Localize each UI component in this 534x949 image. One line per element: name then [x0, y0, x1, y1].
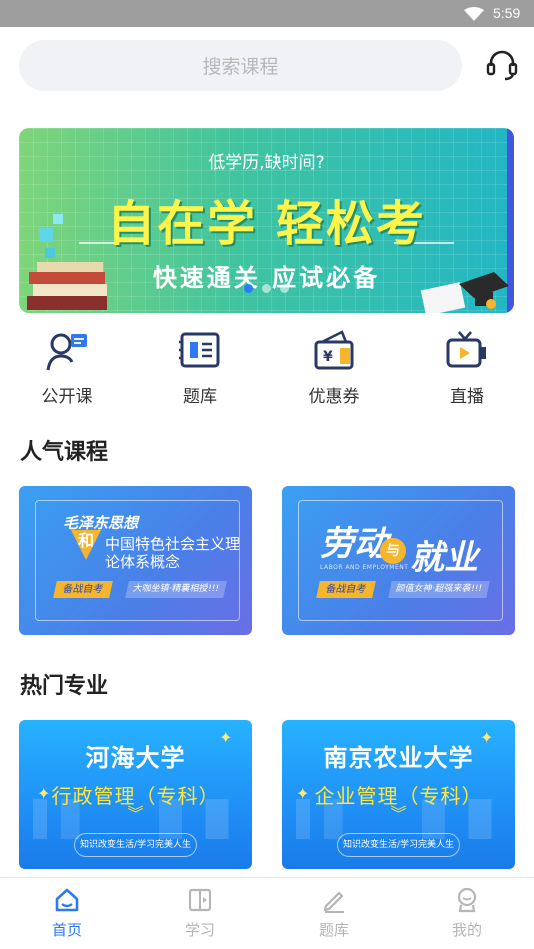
- study-icon: [188, 888, 212, 912]
- tab-question-bank[interactable]: 题库: [294, 886, 374, 940]
- quick-item-coupon[interactable]: ¥ 优惠券: [289, 330, 379, 407]
- quick-menu: 公开课 题库 ¥ 优惠券 直播: [0, 330, 534, 410]
- quick-item-label: 题库: [183, 387, 217, 407]
- major-school: 河海大学: [85, 744, 186, 772]
- tab-label: 我的: [451, 921, 482, 939]
- course-title-word1: 劳动: [320, 524, 388, 564]
- course-badge: 备战自考: [53, 581, 113, 598]
- question-bank-icon: [179, 332, 220, 368]
- customer-service-icon[interactable]: [485, 48, 519, 82]
- course-title-line2: 中国特色社会主义理论体系概念: [105, 535, 241, 571]
- major-school: 南京农业大学: [323, 744, 474, 772]
- chevron-down-icon: ︾: [127, 804, 144, 823]
- course-slogan: 颜值女神·超强来袭!!!: [388, 581, 490, 598]
- course-badge: 备战自考: [316, 581, 376, 598]
- carousel-dot[interactable]: [262, 284, 271, 293]
- major-card-njau[interactable]: ✦ ✦ 南京农业大学 企业管理（专科） ︾ 知识改变生活/学习完美人生: [282, 720, 515, 869]
- course-card-mao[interactable]: 毛泽东思想 和 中国特色社会主义理论体系概念 备战自考 大咖坐镇·精囊相授!!!: [19, 486, 252, 635]
- wifi-icon: [464, 7, 484, 21]
- banner-subtitle: 低学历,缺时间?: [208, 153, 325, 173]
- bottom-tab-bar: 首页 学习 题库 我的: [0, 877, 534, 949]
- promo-banner[interactable]: 低学历,缺时间? 自在学 轻松考 快速通关 应试必备: [19, 128, 514, 313]
- chevron-down-icon: ︾: [390, 804, 407, 823]
- course-english-title: LABOR AND EMPLOYMENT: [320, 564, 409, 571]
- svg-text:¥: ¥: [323, 349, 333, 365]
- tab-home[interactable]: 首页: [27, 886, 107, 940]
- quick-item-label: 优惠券: [308, 387, 360, 407]
- profile-icon: [457, 887, 477, 913]
- tab-label: 题库: [318, 921, 349, 939]
- live-tv-icon: [446, 331, 486, 368]
- status-bar: 5:59: [0, 0, 534, 27]
- carousel-dot[interactable]: [244, 284, 253, 293]
- carousel-dot[interactable]: [280, 284, 289, 293]
- quick-item-label: 直播: [450, 387, 484, 407]
- search-input[interactable]: 搜索课程: [19, 40, 462, 91]
- pencil-icon: [323, 891, 344, 913]
- status-time: 5:59: [493, 5, 521, 21]
- course-connector: 与: [380, 538, 406, 564]
- major-footer: 知识改变生活/学习完美人生: [337, 833, 460, 857]
- course-slogan: 大咖坐镇·精囊相授!!!: [125, 581, 227, 598]
- section-title-popular: 人气课程: [20, 440, 109, 465]
- quick-item-live[interactable]: 直播: [422, 330, 512, 407]
- course-card-labor[interactable]: 劳动 与 就业 LABOR AND EMPLOYMENT 备战自考 颜值女神·超…: [282, 486, 515, 635]
- course-title-word2: 就业: [410, 538, 478, 578]
- tab-label: 学习: [184, 921, 215, 939]
- major-card-hohai[interactable]: ✦ ✦ 河海大学 行政管理（专科） ︾ 知识改变生活/学习完美人生: [19, 720, 252, 869]
- carousel-indicator[interactable]: [244, 284, 289, 293]
- coupon-icon: ¥: [314, 330, 354, 370]
- open-class-icon: [46, 333, 87, 371]
- banner-headline: 自在学 轻松考: [107, 196, 426, 252]
- tab-study[interactable]: 学习: [160, 886, 240, 940]
- quick-item-label: 公开课: [41, 387, 93, 407]
- section-title-majors: 热门专业: [20, 674, 109, 699]
- search-placeholder: 搜索课程: [202, 56, 279, 78]
- quick-item-open-class[interactable]: 公开课: [22, 330, 112, 407]
- home-icon: [55, 888, 79, 912]
- tab-profile[interactable]: 我的: [427, 886, 507, 940]
- major-footer: 知识改变生活/学习完美人生: [74, 833, 197, 857]
- course-title-line1: 毛泽东思想: [63, 514, 139, 532]
- tab-label: 首页: [51, 921, 82, 939]
- quick-item-question-bank[interactable]: 题库: [155, 330, 245, 407]
